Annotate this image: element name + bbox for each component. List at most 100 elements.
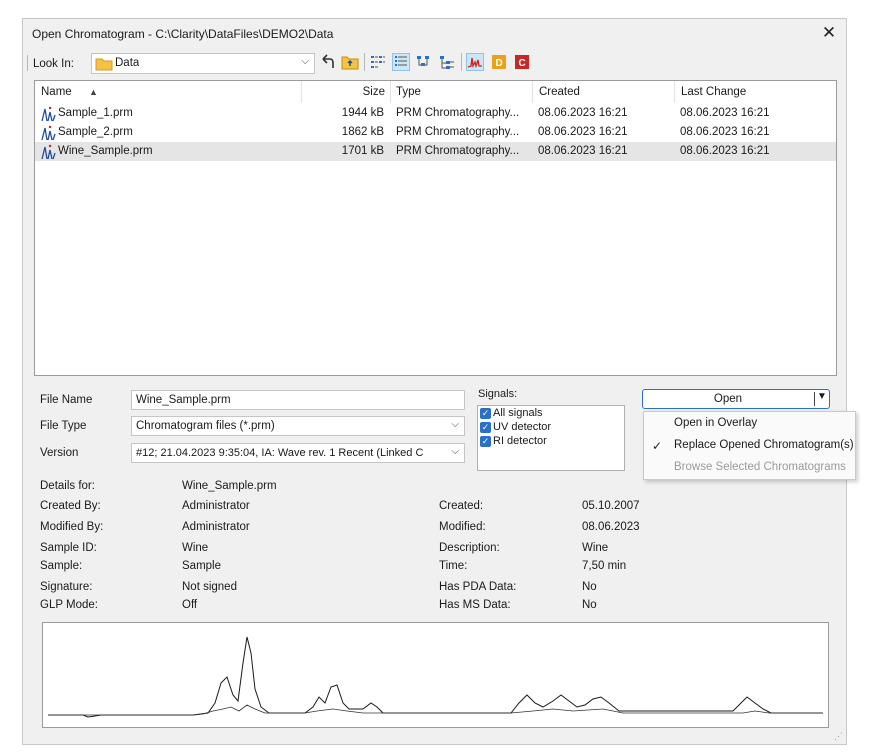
- version-label: Version: [40, 447, 79, 459]
- signals-label: Signals:: [478, 388, 518, 400]
- time-label: Time:: [439, 560, 468, 572]
- chromatogram-plot: [48, 636, 823, 718]
- column-name-label: Name: [41, 86, 72, 98]
- column-header-name[interactable]: Name ▲: [41, 81, 301, 103]
- menu-item-replace-opened[interactable]: Replace Opened Chromatogram(s): [674, 439, 854, 451]
- file-type-select[interactable]: Chromatogram files (*.prm) ⌵: [131, 416, 465, 436]
- resize-grip-icon[interactable]: ⋰: [834, 731, 843, 742]
- table-row[interactable]: Sample_1.prm 1944 kB PRM Chromatography.…: [35, 104, 836, 123]
- details-view-icon[interactable]: [392, 53, 410, 71]
- file-last-change-cell: 08.06.2023 16:21: [680, 107, 770, 119]
- checkmark-icon: ✓: [652, 439, 663, 453]
- toolbar-grip: [27, 55, 28, 71]
- look-in-value: Data: [115, 57, 140, 69]
- details-for-value: Wine_Sample.prm: [182, 480, 277, 492]
- file-name-cell: Sample_1.prm: [58, 107, 133, 119]
- close-icon[interactable]: ✕: [820, 24, 838, 42]
- look-in-combo[interactable]: Data ⌵: [91, 53, 315, 74]
- file-name-cell: Wine_Sample.prm: [58, 145, 153, 157]
- signals-list[interactable]: ✓ All signals ✓ UV detector ✓ RI detecto…: [477, 405, 625, 471]
- checkbox-all-signals[interactable]: ✓: [480, 408, 491, 419]
- table-row[interactable]: Wine_Sample.prm 1701 kB PRM Chromatograp…: [35, 142, 836, 161]
- column-last-change-label: Last Change: [681, 86, 747, 98]
- modified-label: Modified:: [439, 521, 486, 533]
- description-value: Wine: [582, 542, 609, 554]
- version-select[interactable]: #12; 21.04.2023 9:35:04, IA: Wave rev. 1…: [131, 443, 465, 463]
- file-type-cell: PRM Chromatography...: [396, 126, 520, 138]
- folder-c-icon[interactable]: C: [513, 53, 531, 71]
- column-header-size[interactable]: Size: [301, 81, 389, 103]
- glp-mode-value: Off: [182, 599, 198, 611]
- file-created-cell: 08.06.2023 16:21: [538, 126, 628, 138]
- column-header-created[interactable]: Created: [532, 81, 674, 103]
- file-name-cell: Sample_2.prm: [58, 126, 133, 138]
- svg-text:C: C: [519, 58, 526, 69]
- open-chromatogram-dialog: Open Chromatogram - C:\Clarity\DataFiles…: [22, 18, 856, 745]
- chevron-down-icon: ⌵: [451, 419, 459, 430]
- sample-value: Sample: [182, 560, 221, 572]
- created-value: 05.10.2007: [582, 500, 640, 512]
- column-type-label: Type: [396, 86, 421, 98]
- toolbar: Look In: Data ⌵ D C: [23, 49, 846, 77]
- chromatogram-icon[interactable]: [466, 53, 484, 71]
- created-label: Created:: [439, 500, 484, 512]
- folder-d-icon[interactable]: D: [490, 53, 508, 71]
- file-size-cell: 1862 kB: [341, 126, 384, 138]
- sort-ascending-icon: ▲: [89, 87, 98, 97]
- chromatogram-preview: [42, 622, 829, 728]
- file-last-change-cell: 08.06.2023 16:21: [680, 126, 770, 138]
- back-icon[interactable]: [318, 53, 336, 71]
- chevron-down-icon: ⌵: [301, 56, 309, 67]
- file-name-label: File Name: [40, 394, 93, 406]
- window-title: Open Chromatogram - C:\Clarity\DataFiles…: [32, 27, 334, 41]
- column-header-last-change[interactable]: Last Change: [674, 81, 836, 103]
- column-created-label: Created: [539, 86, 580, 98]
- chevron-down-icon: ⌵: [451, 446, 459, 457]
- dropdown-arrow-icon[interactable]: ▼: [817, 391, 827, 402]
- open-dropdown-menu: Open in Overlay ✓ Replace Opened Chromat…: [643, 411, 856, 480]
- signature-value: Not signed: [182, 581, 237, 593]
- has-pda-value: No: [582, 581, 597, 593]
- toolbar-separator: [461, 53, 462, 71]
- modified-by-value: Administrator: [182, 521, 250, 533]
- file-size-cell: 1701 kB: [341, 145, 384, 157]
- file-last-change-cell: 08.06.2023 16:21: [680, 145, 770, 157]
- open-button-label: Open: [713, 393, 743, 405]
- has-pda-label: Has PDA Data:: [439, 581, 517, 593]
- up-folder-icon[interactable]: [341, 53, 359, 71]
- menu-item-browse-selected: Browse Selected Chromatograms: [674, 461, 846, 473]
- menu-item-open-in-overlay[interactable]: Open in Overlay: [674, 417, 757, 429]
- trace-primary: [48, 636, 823, 718]
- file-created-cell: 08.06.2023 16:21: [538, 145, 628, 157]
- column-header-type[interactable]: Type: [390, 81, 533, 103]
- sample-label: Sample:: [40, 560, 83, 572]
- signal-all-label: All signals: [493, 407, 543, 419]
- table-row[interactable]: Sample_2.prm 1862 kB PRM Chromatography.…: [35, 123, 836, 142]
- modified-by-label: Modified By:: [40, 521, 104, 533]
- folder-icon: [95, 58, 113, 71]
- description-label: Description:: [439, 542, 500, 554]
- tree-view-icon[interactable]: [415, 53, 433, 71]
- file-type-cell: PRM Chromatography...: [396, 145, 520, 157]
- checkbox-uv-detector[interactable]: ✓: [480, 422, 491, 433]
- tree-detail-icon[interactable]: [438, 53, 456, 71]
- svg-text:D: D: [496, 58, 503, 69]
- file-list[interactable]: Name ▲ Size Type Created Last Change Sam…: [34, 80, 837, 376]
- list-view-icon[interactable]: [369, 53, 387, 71]
- file-name-input[interactable]: Wine_Sample.prm: [131, 390, 465, 410]
- column-size-label: Size: [362, 86, 385, 98]
- split-divider: [814, 392, 815, 406]
- open-split-button[interactable]: Open ▼: [642, 389, 830, 409]
- look-in-label: Look In:: [33, 58, 74, 70]
- chromatogram-file-icon: [41, 125, 56, 141]
- file-name-value: Wine_Sample.prm: [136, 394, 231, 406]
- sample-id-value: Wine: [182, 542, 209, 554]
- chromatogram-file-icon: [41, 106, 56, 122]
- glp-mode-label: GLP Mode:: [40, 599, 98, 611]
- signature-label: Signature:: [40, 581, 93, 593]
- chromatogram-file-icon: [41, 144, 56, 160]
- title-bar: Open Chromatogram - C:\Clarity\DataFiles…: [23, 19, 846, 49]
- signal-uv-label: UV detector: [493, 421, 552, 433]
- time-value: 7,50 min: [582, 560, 627, 572]
- checkbox-ri-detector[interactable]: ✓: [480, 436, 491, 447]
